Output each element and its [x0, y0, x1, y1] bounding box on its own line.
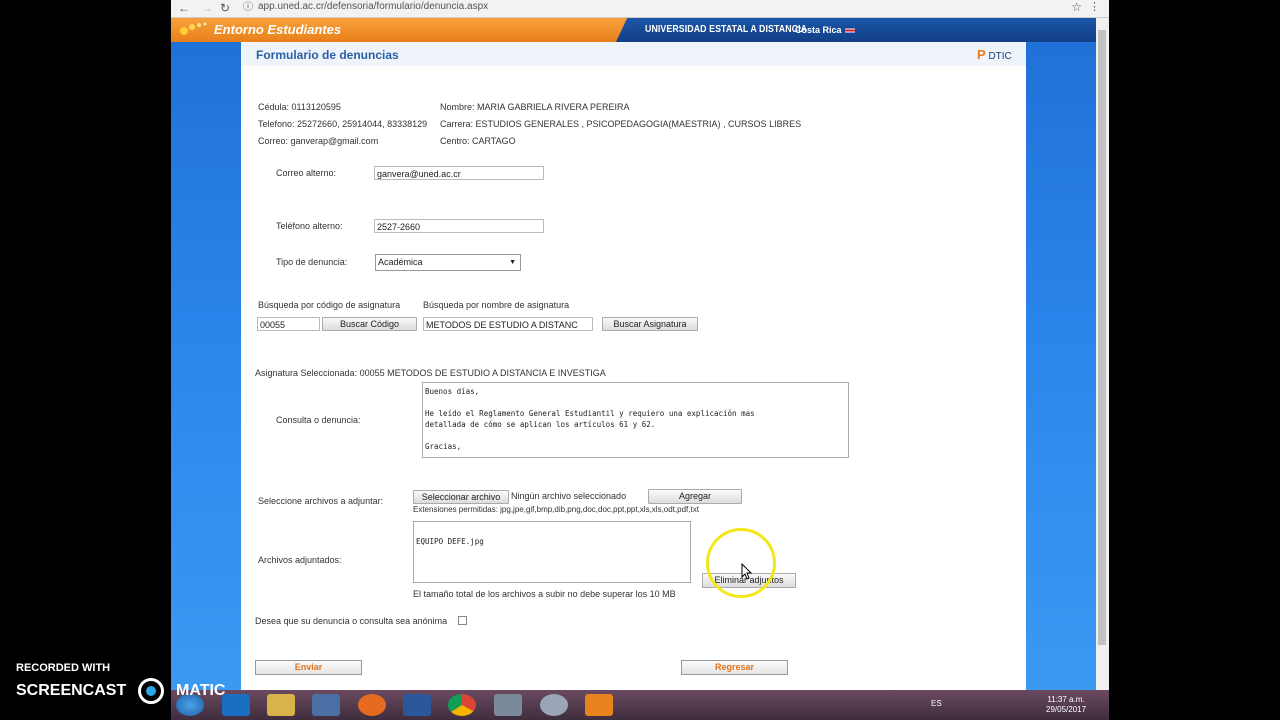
tray-date: 29/05/2017	[1046, 705, 1087, 714]
site-header: Entorno Estudiantes UNIVERSIDAD ESTATAL …	[171, 18, 1096, 42]
reload-icon[interactable]: ↻	[220, 0, 230, 16]
calculator-icon[interactable]	[494, 694, 522, 716]
address-bar[interactable]: app.uned.ac.cr/defensoria/formulario/den…	[258, 0, 488, 14]
media-player-icon[interactable]	[312, 694, 340, 716]
dtic-logo: P DTIC	[977, 47, 1012, 62]
chevron-down-icon: ▼	[509, 259, 516, 266]
nombre-asignatura-input[interactable]: METODOS DE ESTUDIO A DISTANC	[423, 317, 593, 331]
busqueda-nombre-label: Búsqueda por nombre de asignatura	[423, 300, 570, 310]
telefono-alterno-input[interactable]: 2527-2660	[374, 219, 544, 233]
browser-menu-icon[interactable]: ⋮	[1089, 0, 1100, 15]
tray-clock[interactable]: 11:37 a.m. 29/05/2017	[1046, 695, 1086, 715]
tipo-denuncia-value: Académica	[378, 257, 423, 267]
watermark-recorded-with: RECORDED WITH	[16, 662, 111, 674]
adjuntos-textarea[interactable]: EQUIPO DEFE.jpg	[413, 521, 691, 583]
scrollbar-thumb[interactable]	[1098, 30, 1106, 645]
regresar-button[interactable]: Regresar	[681, 660, 788, 675]
firefox-icon[interactable]	[358, 694, 386, 716]
student-correo: Correo: ganverap@gmail.com	[258, 136, 379, 146]
page-title: Formulario de denuncias	[256, 48, 399, 62]
buscar-asignatura-button[interactable]: Buscar Asignatura	[602, 317, 698, 331]
tray-language[interactable]: ES	[931, 699, 942, 708]
telefono-alterno-label: Teléfono alterno:	[276, 221, 343, 231]
screen-recorder-icon[interactable]	[540, 694, 568, 716]
header-country: Costa Rica	[795, 25, 842, 35]
student-nombre: Nombre: MARIA GABRIELA RIVERA PEREIRA	[440, 102, 630, 112]
watermark-matic: MATIC	[176, 682, 226, 699]
file-explorer-icon[interactable]	[267, 694, 295, 716]
uned-dots-logo-icon	[180, 22, 207, 35]
form-title-bar: Formulario de denuncias P DTIC	[241, 42, 1026, 66]
correo-alterno-label: Correo alterno:	[276, 168, 337, 178]
seleccionar-archivo-button[interactable]: Seleccionar archivo	[413, 490, 509, 504]
header-university-name: UNIVERSIDAD ESTATAL A DISTANCIA	[645, 24, 808, 35]
screencast-record-icon	[138, 678, 164, 704]
buscar-codigo-button[interactable]: Buscar Código	[322, 317, 417, 331]
word-icon[interactable]	[403, 694, 431, 716]
chrome-icon[interactable]	[448, 694, 476, 716]
student-telefono: Telefono: 25272660, 25914044, 83338129	[258, 119, 428, 129]
consulta-textarea[interactable]: Buenos días, He leído el Reglamento Gene…	[422, 382, 849, 458]
bookmark-star-icon[interactable]: ☆	[1071, 0, 1082, 15]
watermark-screencast: SCREENCAST	[16, 682, 127, 699]
page-viewport: Entorno Estudiantes UNIVERSIDAD ESTATAL …	[171, 18, 1096, 690]
student-carrera: Carrera: ESTUDIOS GENERALES , PSICOPEDAG…	[440, 119, 802, 129]
tipo-denuncia-label: Tipo de denuncia:	[276, 257, 348, 267]
dtic-logo-text: DTIC	[988, 51, 1012, 62]
internet-explorer-icon[interactable]	[222, 694, 250, 716]
student-cedula: Cédula: 0113120595	[258, 102, 341, 112]
asignatura-seleccionada: Asignatura Seleccionada: 00055 METODOS D…	[255, 368, 606, 378]
forward-icon[interactable]: →	[201, 0, 213, 16]
browser-toolbar: ← → ↻ ⓘ app.uned.ac.cr/defensoria/formul…	[171, 0, 1109, 18]
archivos-label: Seleccione archivos a adjuntar:	[258, 496, 384, 506]
info-icon[interactable]: ⓘ	[243, 0, 253, 16]
tipo-denuncia-select[interactable]: Académica ▼	[375, 254, 521, 271]
codigo-input[interactable]: 00055	[257, 317, 320, 331]
anonima-checkbox[interactable]	[458, 616, 467, 625]
outlook-icon[interactable]	[585, 694, 613, 716]
consulta-label: Consulta o denuncia:	[276, 415, 361, 425]
adjuntos-label: Archivos adjuntados:	[258, 555, 342, 565]
enviar-button[interactable]: Enviar	[255, 660, 362, 675]
mouse-pointer-icon	[741, 563, 753, 580]
agregar-button[interactable]: Agregar	[648, 489, 742, 504]
tamano-nota: El tamaño total de los archivos a subir …	[413, 589, 676, 599]
student-centro: Centro: CARTAGO	[440, 136, 516, 146]
tray-time: 11:37 a.m.	[1047, 695, 1085, 704]
header-brand-title[interactable]: Entorno Estudiantes	[214, 22, 341, 37]
correo-alterno-input[interactable]: ganvera@uned.ac.cr	[374, 166, 544, 180]
form-container: Formulario de denuncias P DTIC Cédula: 0…	[241, 42, 1026, 690]
back-icon[interactable]: ←	[178, 0, 190, 16]
busqueda-codigo-label: Búsqueda por código de asignatura	[258, 300, 401, 310]
dtic-logo-letter: P	[977, 47, 986, 62]
costa-rica-flag-icon	[845, 27, 855, 34]
extensiones-text: Extensiones permitidas: jpg,jpe,gif,bmp,…	[413, 505, 699, 514]
ningun-archivo-text: Ningún archivo seleccionado	[511, 491, 627, 501]
anonima-label: Desea que su denuncia o consulta sea anó…	[255, 616, 448, 626]
